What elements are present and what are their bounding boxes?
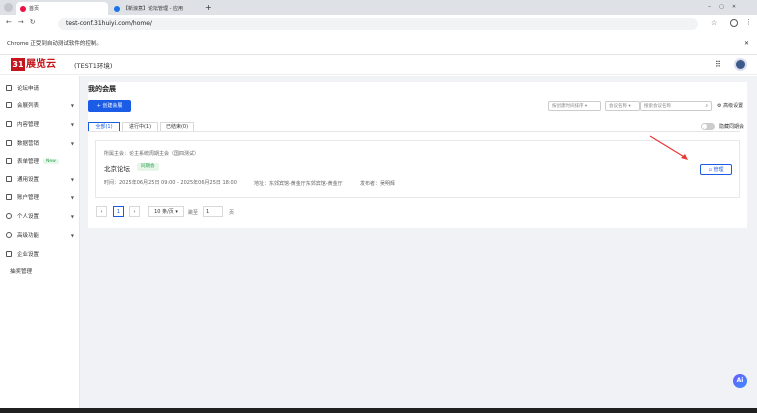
sidebar-item-forms[interactable]: 表单管理 New xyxy=(6,156,74,166)
url-field[interactable]: test-conf.31huiyi.com/home/ xyxy=(58,18,698,30)
tab-label: 【新浪意】论坛管理 - 应用 xyxy=(123,6,183,12)
sidebar-item-account[interactable]: 账户管理 ▼ xyxy=(6,192,74,202)
ai-assistant-button[interactable]: Ai xyxy=(733,374,747,388)
event-tag: 同期会 xyxy=(137,163,159,171)
avatar[interactable] xyxy=(734,58,747,71)
sidebar-item-content[interactable]: 内容管理 ▼ xyxy=(6,119,74,129)
event-publisher: 发布者：吴明辉 xyxy=(360,181,396,187)
goto-page-input[interactable]: 1 xyxy=(203,206,223,217)
chevron-down-icon: ▼ xyxy=(70,121,74,127)
page-title: 我的会展 xyxy=(88,85,116,93)
sidebar-item-personal[interactable]: 个人设置 ▼ xyxy=(6,211,74,221)
sidebar-item-marketing[interactable]: 数据营销 ▼ xyxy=(6,138,74,148)
sidebar-item-general-settings[interactable]: 通用设置 ▼ xyxy=(6,174,74,184)
enterprise-icon xyxy=(6,251,12,257)
goto-label: 跳至 xyxy=(188,210,199,216)
apps-grid-icon[interactable]: ⠿ xyxy=(715,60,721,69)
menu-icon[interactable]: ⋮ xyxy=(745,18,752,26)
window-controls[interactable]: ‒▢✕ xyxy=(708,4,744,10)
sidebar-item-enterprise[interactable]: 企业设置 xyxy=(6,249,74,259)
tab-search-icon[interactable] xyxy=(4,3,13,12)
sidebar-item-forum-apply[interactable]: 论坛申请 xyxy=(6,83,74,93)
hide-concurrent-toggle[interactable] xyxy=(701,123,715,130)
infobar-close-icon[interactable]: ✕ xyxy=(744,40,749,47)
next-page-button[interactable]: › xyxy=(129,206,140,217)
sidebar-item-lottery[interactable]: 抽奖管理 xyxy=(10,266,78,276)
tabs-divider xyxy=(88,131,740,132)
profile-icon[interactable] xyxy=(730,19,738,27)
event-time: 时间：2025年06月25日 09:00 - 2025年06月25日 18:00 xyxy=(104,180,237,186)
chart-icon xyxy=(6,140,12,146)
site-favicon-icon xyxy=(20,5,26,12)
event-address: 地址：东郊宾馆-黄金厅东郊宾馆-黄金厅 xyxy=(254,181,343,187)
url-text: test-conf.31huiyi.com/home/ xyxy=(66,20,152,27)
nav-buttons[interactable]: ←→↻ xyxy=(6,18,42,26)
chevron-down-icon: ▼ xyxy=(70,102,74,108)
page-unit-label: 页 xyxy=(229,210,235,216)
new-tab-button[interactable]: + xyxy=(205,3,212,12)
sort-select[interactable]: 按创建时间排序 ▾ xyxy=(548,101,601,111)
infobar-text: Chrome 正受到自动测试软件的控制。 xyxy=(7,41,102,47)
bookmark-star-icon[interactable]: ☆ xyxy=(711,19,717,27)
env-label: (TEST1环境) xyxy=(74,62,113,70)
prev-page-button[interactable]: ‹ xyxy=(96,206,107,217)
document-icon xyxy=(6,121,12,127)
chevron-down-icon: ▼ xyxy=(70,232,74,238)
sidebar-item-exhibition-list[interactable]: 会展列表 ▼ xyxy=(6,100,74,110)
hide-concurrent-label: 隐藏同期会 xyxy=(719,124,745,130)
search-placeholder: 搜索会议名称 xyxy=(644,104,671,109)
monitor-icon xyxy=(6,85,12,91)
advanced-settings-link[interactable]: ⚙ 高级设置 xyxy=(717,102,743,109)
user-icon xyxy=(6,213,12,219)
automation-infobar: Chrome 正受到自动测试软件的控制。 xyxy=(0,33,757,55)
chevron-down-icon: ▼ xyxy=(70,194,74,200)
new-badge: New xyxy=(43,158,59,164)
logo-text: 展览云 xyxy=(26,59,56,70)
site-favicon-icon xyxy=(114,5,120,12)
app-header xyxy=(0,55,757,75)
advanced-icon xyxy=(6,232,12,238)
list-icon xyxy=(6,102,12,108)
annotation-arrow-icon xyxy=(649,135,688,160)
manage-icon: ▫ xyxy=(708,167,712,173)
sidebar-item-advanced[interactable]: 高级功能 ▼ xyxy=(6,230,74,240)
event-owner: 所属主会：论主系统周期主会（国四测试） xyxy=(104,151,200,157)
form-icon xyxy=(6,158,12,164)
manage-button[interactable]: ▫ 管理 xyxy=(700,164,732,175)
settings-icon xyxy=(6,176,12,182)
field-select[interactable]: 会议名称 ▾ xyxy=(605,101,640,111)
chevron-down-icon: ▼ xyxy=(70,140,74,146)
search-icon: ⌕ xyxy=(705,104,708,109)
chevron-down-icon: ▼ xyxy=(70,176,74,182)
page-1-button[interactable]: 1 xyxy=(113,206,124,217)
tab-forum[interactable]: 【新浪意】论坛管理 - 应用 xyxy=(110,2,202,15)
event-card xyxy=(95,140,740,198)
event-name[interactable]: 北京论坛 xyxy=(104,163,130,173)
chevron-down-icon: ▼ xyxy=(70,213,74,219)
page-size-select[interactable]: 10 条/页 ▾ xyxy=(148,206,184,217)
logo-mark: 31 xyxy=(11,58,25,71)
tab-label: 首页 xyxy=(29,6,40,12)
taskbar xyxy=(0,408,757,413)
search-input[interactable]: 搜索会议名称 ⌕ xyxy=(640,101,712,111)
create-exhibition-button[interactable]: + 创建会展 xyxy=(88,100,131,112)
gear-icon: ⚙ xyxy=(717,103,722,109)
tab-home[interactable]: 首页 xyxy=(16,2,108,15)
account-icon xyxy=(6,194,12,200)
